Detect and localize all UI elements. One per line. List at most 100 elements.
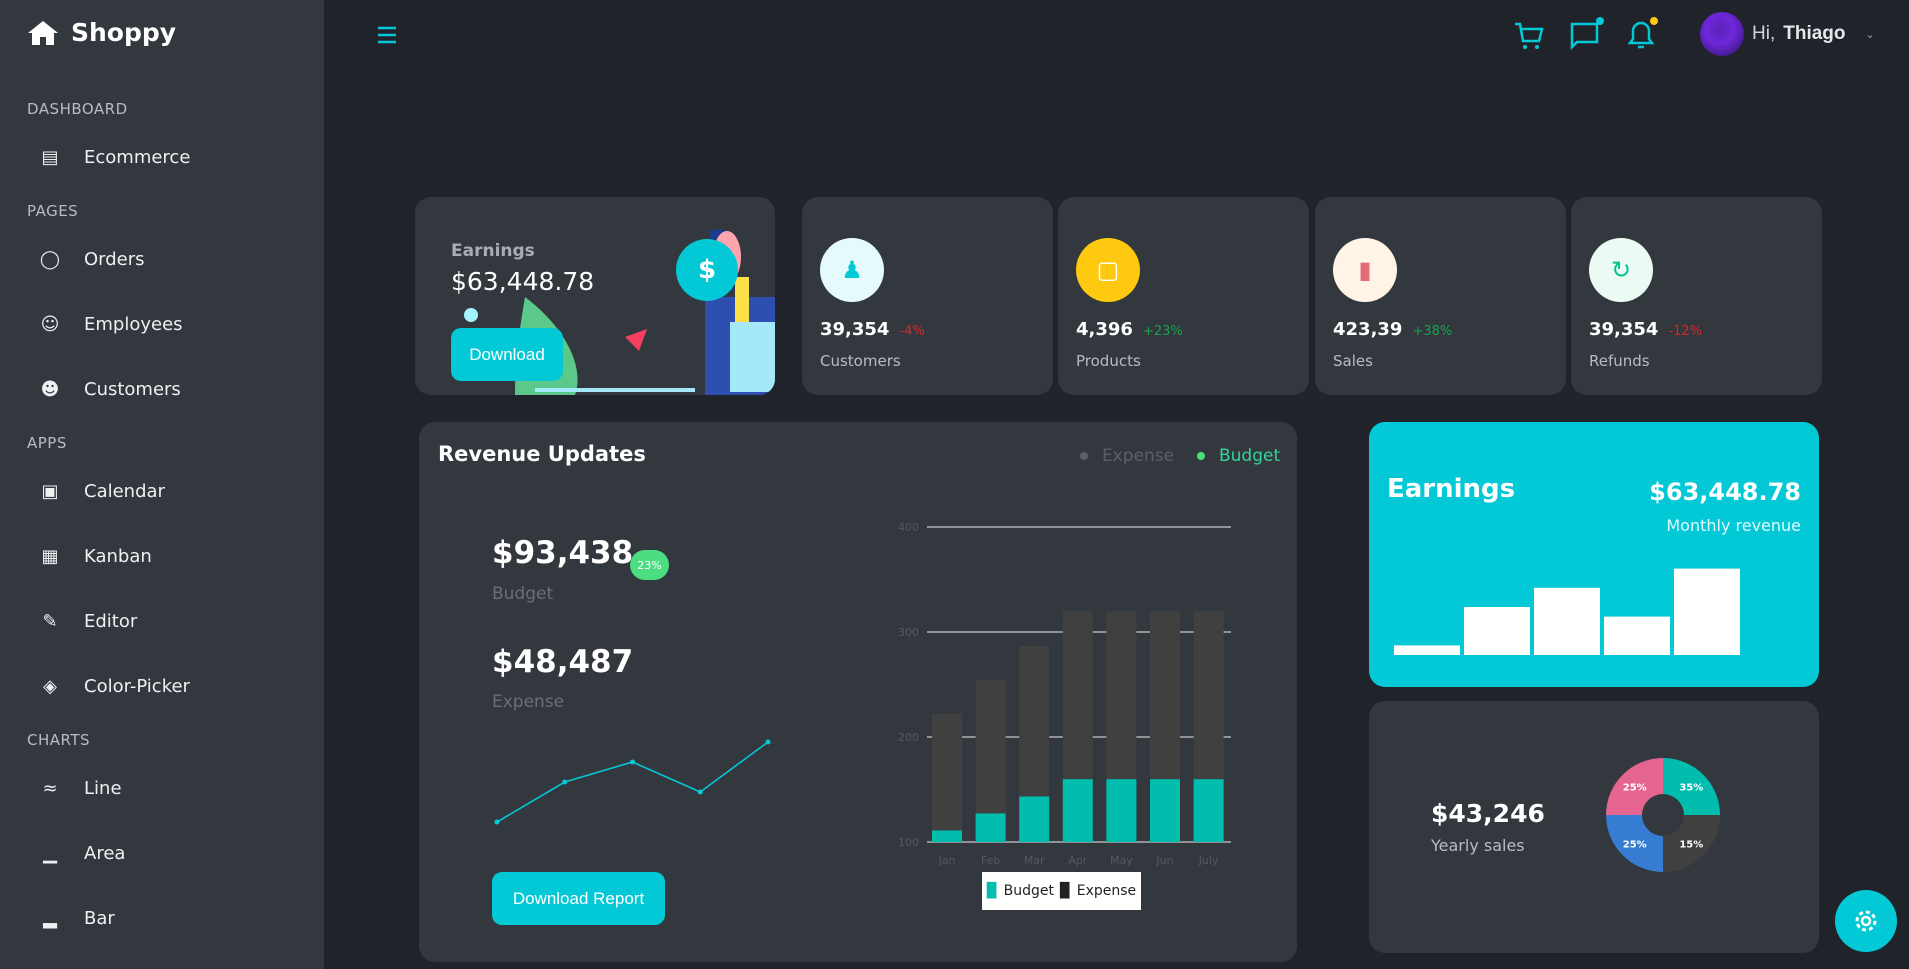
monthly-bar[interactable] (1534, 587, 1600, 655)
sidebar-item-label: Bar (84, 908, 115, 929)
sidebar-item-calendar[interactable]: ▣ Calendar (40, 481, 165, 502)
x-tick-label: Feb (981, 854, 1000, 867)
cart-button[interactable] (1513, 20, 1545, 56)
sidebar-item-label: Calendar (84, 481, 165, 502)
stat-label: Sales (1333, 352, 1373, 370)
stat-change: +38% (1412, 324, 1453, 339)
stat-value: 423,39 (1333, 319, 1403, 340)
calendar-icon: ▣ (41, 481, 59, 502)
user-menu[interactable]: Hi, Thiago ⌄ (1700, 12, 1875, 56)
donut-label: 25% (1623, 839, 1647, 850)
sidebar-item-customers[interactable]: ☻ Customers (40, 379, 181, 400)
stat-card-sales: ▮ 423,39 +38% Sales (1315, 197, 1566, 395)
stacked-bar-chart: 100 200 300 400 Jan Feb Mar Apr May Jun July (898, 521, 1231, 867)
sidebar-item-label: Kanban (84, 546, 152, 567)
sidebar-item-editor[interactable]: ✎ Editor (40, 611, 137, 632)
stat-card-customers: ♟ 39,354 -4% Customers (802, 197, 1053, 395)
shopping-bag-icon: ▤ (41, 147, 59, 168)
bar-expense[interactable] (1106, 611, 1137, 780)
bar-budget[interactable] (1150, 779, 1180, 842)
notification-button[interactable] (1625, 16, 1661, 56)
sidebar-item-label: Line (84, 778, 122, 799)
app-name: Shoppy (71, 18, 177, 47)
sidebar-item-label: Area (84, 843, 126, 864)
area-chart-icon: ▁ (43, 843, 57, 864)
monthly-earnings-card: Earnings $63,448.78 Monthly revenue (1369, 422, 1819, 687)
section-pages: PAGES (27, 202, 79, 220)
user-name: Thiago (1783, 23, 1846, 44)
x-tick-label: May (1110, 854, 1133, 867)
edit-icon: ✎ (42, 611, 58, 632)
sidebar-item-label: Ecommerce (84, 147, 191, 168)
y-tick-label: 300 (898, 626, 919, 639)
bar-budget[interactable] (1106, 779, 1137, 842)
sidebar-item-line[interactable]: ≈ Line (40, 778, 122, 799)
chat-button[interactable] (1569, 16, 1605, 56)
sidebar-item-orders[interactable]: ◯ Orders (40, 249, 145, 270)
donut-label: 15% (1679, 839, 1703, 850)
bar-budget[interactable] (1062, 779, 1093, 842)
bar-expense[interactable] (975, 679, 1006, 814)
y-tick-label: 100 (898, 836, 919, 849)
bar-budget[interactable] (1193, 779, 1224, 842)
monthly-bar[interactable] (1394, 645, 1460, 655)
sidebar-item-kanban[interactable]: ▦ Kanban (40, 546, 152, 567)
yearly-donut-chart: 35% 15% 25% 25% (1606, 758, 1720, 872)
app-logo[interactable]: Shoppy (27, 18, 176, 47)
donut-label: 25% (1623, 783, 1647, 794)
chevron-down-icon: ⌄ (1865, 27, 1875, 41)
bar-budget[interactable] (1019, 796, 1050, 842)
sidebar-item-label: Customers (84, 379, 181, 400)
bar-budget[interactable] (975, 813, 1006, 842)
stat-label: Products (1076, 352, 1141, 370)
y-tick-label: 400 (898, 521, 919, 534)
bar-expense[interactable] (1019, 645, 1050, 797)
budget-legend-icon: ▉ (986, 883, 998, 899)
sidebar-item-label: Employees (84, 314, 183, 335)
monthly-bar[interactable] (1604, 616, 1670, 655)
monthly-bar[interactable] (1674, 568, 1740, 655)
avatar (1700, 12, 1744, 56)
x-tick-label: Apr (1068, 854, 1088, 867)
menu-toggle-icon[interactable] (376, 24, 398, 50)
customer-icon: ☻ (40, 379, 60, 400)
sidebar-item-bar[interactable]: ▂ Bar (40, 908, 115, 929)
monthly-bar-chart (1394, 568, 1740, 655)
sidebar-item-label: Orders (84, 249, 145, 270)
greeting: Hi, (1752, 23, 1776, 44)
cart-icon: ◯ (39, 249, 61, 270)
refresh-icon[interactable]: ↻ (1589, 238, 1653, 302)
users-icon[interactable]: ♟ (820, 238, 884, 302)
bar-expense[interactable] (1193, 611, 1224, 780)
chart-legend: ▉ Budget ▉ Expense (982, 872, 1141, 910)
sidebar-item-ecommerce[interactable]: ▤ Ecommerce (40, 147, 190, 168)
sidebar-item-employees[interactable]: ☺ Employees (40, 314, 183, 335)
bar-expense[interactable] (932, 713, 962, 831)
monthly-bar[interactable] (1464, 607, 1530, 655)
sidebar-item-area[interactable]: ▁ Area (40, 843, 125, 864)
section-charts: CHARTS (27, 731, 91, 749)
y-tick-label: 200 (898, 731, 919, 744)
kanban-icon: ▦ (41, 546, 59, 567)
chat-icon (1570, 17, 1604, 51)
stat-change: -12% (1668, 324, 1703, 339)
color-picker-icon: ◈ (43, 676, 57, 697)
sidebar-item-color-picker[interactable]: ◈ Color-Picker (40, 676, 190, 697)
bell-icon (1627, 17, 1658, 49)
people-icon: ☺ (40, 314, 60, 335)
section-apps: APPS (27, 434, 67, 452)
donut-label: 35% (1679, 783, 1703, 794)
chart-legend-expense: Expense (1076, 883, 1137, 899)
stat-value: 4,396 (1076, 319, 1133, 340)
bar-expense[interactable] (1150, 611, 1180, 780)
sidebar: Shoppy DASHBOARD ▤ Ecommerce PAGES ◯ Orders ☺ E… (0, 0, 324, 969)
stat-label: Customers (820, 352, 901, 370)
bar-chart-icon[interactable]: ▮ (1333, 238, 1397, 302)
sidebar-item-label: Editor (84, 611, 138, 632)
bar-expense[interactable] (1062, 611, 1093, 780)
download-button[interactable]: Download (451, 328, 563, 381)
box-icon[interactable]: ▢ (1076, 238, 1140, 302)
bar-budget[interactable] (932, 830, 962, 842)
settings-button[interactable] (1835, 890, 1897, 952)
revenue-card: Revenue Updates Expense Budget $93,438 2… (419, 422, 1297, 962)
